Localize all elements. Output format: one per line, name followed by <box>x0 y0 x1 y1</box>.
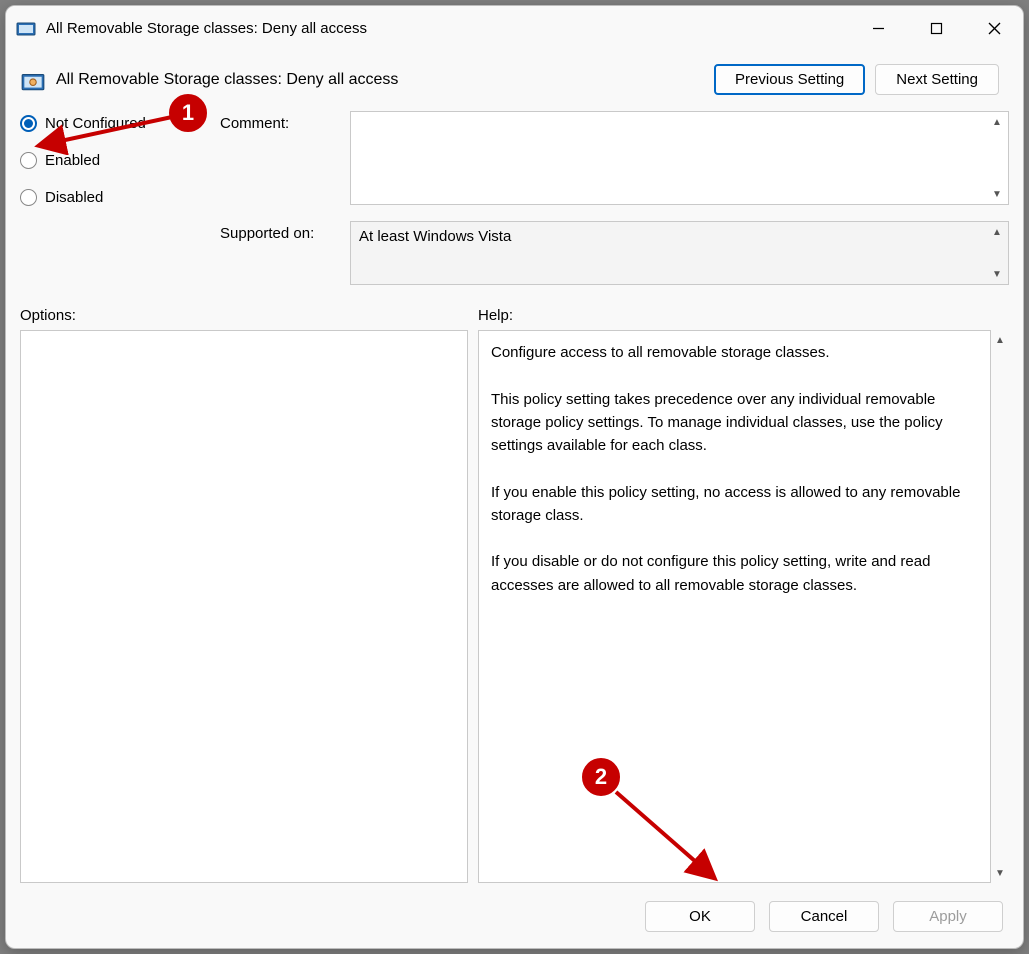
radio-enabled[interactable]: Enabled <box>20 152 220 169</box>
section-labels: Options: Help: <box>18 301 1011 330</box>
previous-setting-button[interactable]: Previous Setting <box>714 64 865 95</box>
supported-on-display: At least Windows Vista ▲ ▼ <box>350 221 1009 285</box>
supported-on-label: Supported on: <box>220 221 350 285</box>
form-area: Not Configured Enabled Disabled Comment: <box>18 107 1011 301</box>
radio-label: Not Configured <box>45 115 146 132</box>
cancel-button[interactable]: Cancel <box>769 901 879 932</box>
help-paragraph: Configure access to all removable storag… <box>491 341 978 364</box>
panels: Configure access to all removable storag… <box>18 330 1011 883</box>
supported-on-value: At least Windows Vista <box>359 228 511 245</box>
radio-label: Disabled <box>45 189 103 206</box>
footer-buttons: OK Cancel Apply <box>18 883 1011 936</box>
supported-scroll: ▲ ▼ <box>988 224 1006 282</box>
supported-row: Supported on: At least Windows Vista ▲ ▼ <box>220 221 1009 285</box>
nav-buttons: Previous Setting Next Setting <box>714 64 999 95</box>
comment-scroll: ▲ ▼ <box>988 114 1006 202</box>
comment-label: Comment: <box>220 111 350 205</box>
apply-button[interactable]: Apply <box>893 901 1003 932</box>
next-setting-button[interactable]: Next Setting <box>875 64 999 95</box>
help-paragraph: If you enable this policy setting, no ac… <box>491 481 978 528</box>
scroll-down-icon[interactable]: ▼ <box>991 865 1009 881</box>
help-panel: Configure access to all removable storag… <box>478 330 991 883</box>
help-wrap: Configure access to all removable storag… <box>478 330 1009 883</box>
scroll-up-icon[interactable]: ▲ <box>988 224 1006 240</box>
help-paragraph: If you disable or do not configure this … <box>491 550 978 597</box>
scroll-down-icon[interactable]: ▼ <box>988 186 1006 202</box>
comment-row: Comment: ▲ ▼ <box>220 111 1009 205</box>
scroll-up-icon[interactable]: ▲ <box>988 114 1006 130</box>
state-radio-group: Not Configured Enabled Disabled <box>20 111 220 301</box>
dialog-window: All Removable Storage classes: Deny all … <box>5 5 1024 949</box>
scroll-down-icon[interactable]: ▼ <box>988 266 1006 282</box>
help-scrollbar[interactable]: ▲ ▼ <box>991 330 1009 883</box>
policy-title: All Removable Storage classes: Deny all … <box>56 71 714 89</box>
window-title: All Removable Storage classes: Deny all … <box>46 20 849 37</box>
options-label: Options: <box>20 307 478 324</box>
help-paragraph: This policy setting takes precedence ove… <box>491 388 978 458</box>
fields-column: Comment: ▲ ▼ Supported on: At least Wind… <box>220 111 1009 301</box>
comment-input[interactable]: ▲ ▼ <box>350 111 1009 205</box>
annotation-callout-2: 2 <box>582 758 620 796</box>
ok-button[interactable]: OK <box>645 901 755 932</box>
window-controls <box>849 6 1023 50</box>
minimize-button[interactable] <box>849 6 907 50</box>
header-row: All Removable Storage classes: Deny all … <box>18 58 1011 107</box>
close-button[interactable] <box>965 6 1023 50</box>
content-area: All Removable Storage classes: Deny all … <box>6 50 1023 948</box>
radio-indicator-icon <box>20 189 37 206</box>
scroll-up-icon[interactable]: ▲ <box>991 332 1009 348</box>
policy-icon <box>20 67 46 93</box>
help-label: Help: <box>478 307 1009 324</box>
options-panel <box>20 330 468 883</box>
radio-disabled[interactable]: Disabled <box>20 189 220 206</box>
maximize-button[interactable] <box>907 6 965 50</box>
titlebar: All Removable Storage classes: Deny all … <box>6 6 1023 50</box>
app-icon <box>16 18 36 38</box>
radio-indicator-icon <box>20 115 37 132</box>
radio-indicator-icon <box>20 152 37 169</box>
radio-label: Enabled <box>45 152 100 169</box>
annotation-callout-1: 1 <box>169 94 207 132</box>
